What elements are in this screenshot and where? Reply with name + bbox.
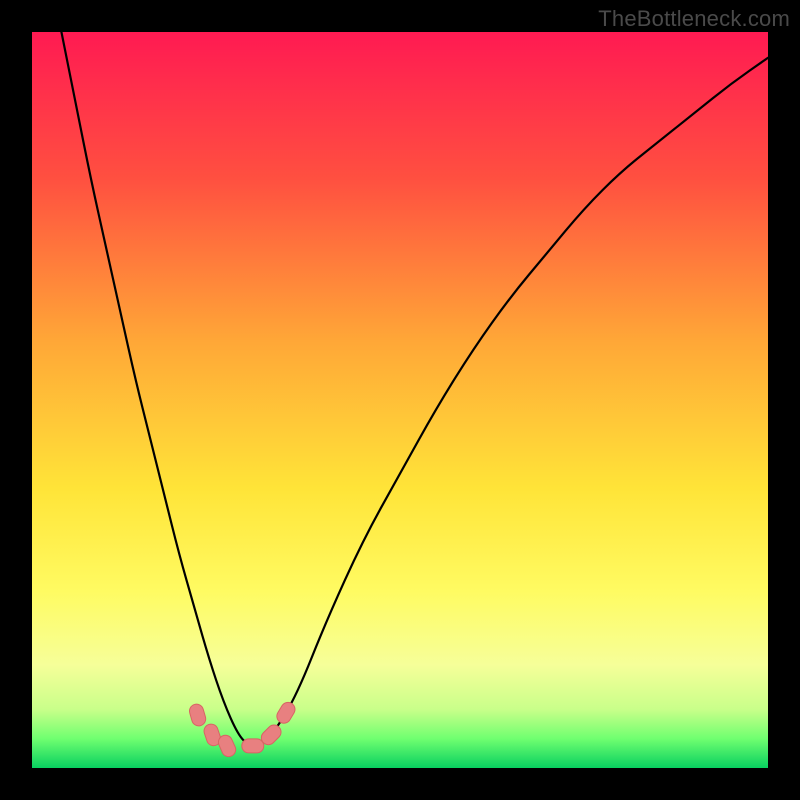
- chart-svg: [32, 32, 768, 768]
- watermark-text: TheBottleneck.com: [598, 6, 790, 32]
- chart-frame: TheBottleneck.com: [0, 0, 800, 800]
- plot-area: [32, 32, 768, 768]
- marker-3: [242, 739, 264, 753]
